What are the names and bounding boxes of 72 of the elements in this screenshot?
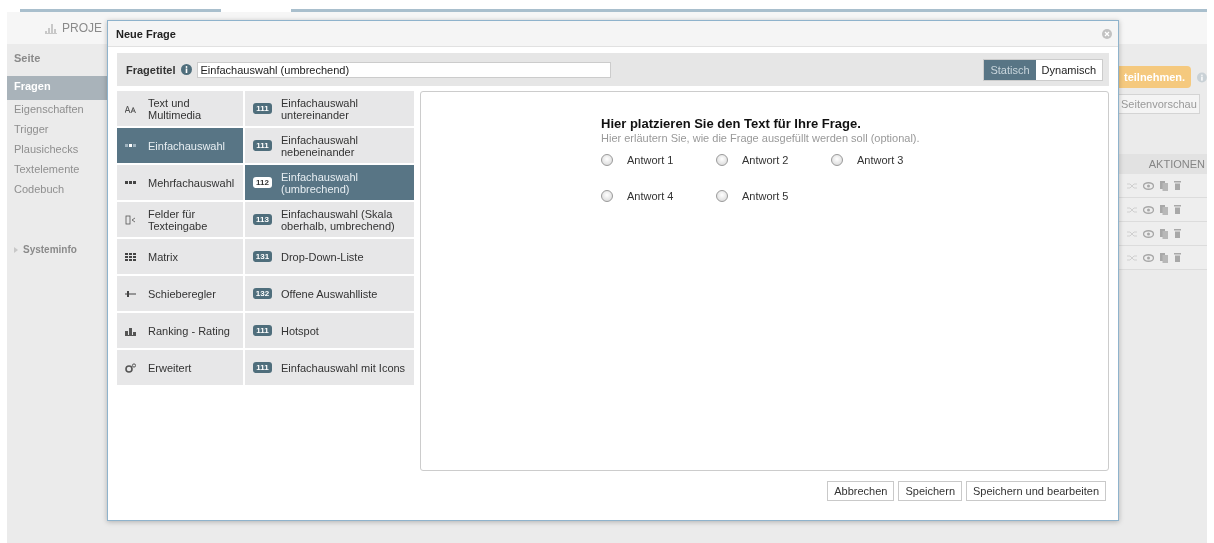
copy-icon[interactable] <box>1160 252 1168 263</box>
shuffle-icon[interactable] <box>1127 253 1137 262</box>
trash-icon[interactable] <box>1174 181 1181 190</box>
shuffle-icon[interactable] <box>1127 181 1137 190</box>
trash-icon[interactable] <box>1174 205 1181 214</box>
category-item[interactable]: Erweitert <box>117 350 243 385</box>
close-icon[interactable] <box>1102 28 1112 39</box>
answer-label: Antwort 1 <box>627 154 674 166</box>
answer-label: Antwort 4 <box>627 190 674 202</box>
caret-icon <box>14 246 18 253</box>
type-code-badge: 132 <box>253 288 272 299</box>
question-text: Hier platzieren Sie den Text für Ihre Frage. <box>601 116 862 131</box>
answer-label: Antwort 5 <box>742 190 789 202</box>
column-header: AKTIONEN <box>1118 154 1207 174</box>
question-type-item[interactable]: 111 Hotspot <box>245 313 414 348</box>
type-code-badge: 111 <box>253 362 272 373</box>
field-label: Fragetitel <box>126 63 176 76</box>
answer-label: Antwort 3 <box>857 154 904 166</box>
grid-icon <box>125 251 136 262</box>
podium-icon <box>125 325 136 336</box>
gears-icon <box>125 362 136 373</box>
title-field[interactable]: Einfachauswahl (umbrechend) <box>196 61 611 78</box>
question-type-item[interactable]: 132 Offene Auswahlliste <box>245 276 414 311</box>
shuffle-icon[interactable] <box>1127 205 1137 214</box>
dialog-button[interactable]: Abbrechen <box>827 481 895 501</box>
mode-tab[interactable]: Dynamisch <box>1035 59 1102 80</box>
dialog-button[interactable]: Speichern <box>898 481 962 501</box>
type-code-badge: 113 <box>253 214 272 225</box>
status-badge: teilnehmen. <box>1118 66 1192 88</box>
dialog-button[interactable]: Speichern und bearbeiten <box>966 481 1106 501</box>
category-item[interactable]: Mehrfachauswahl <box>117 165 243 200</box>
type-code-badge: 111 <box>253 325 272 336</box>
category-item[interactable]: Schieberegler <box>117 276 243 311</box>
category-item[interactable]: Matrix <box>117 239 243 274</box>
radio-button[interactable] <box>716 190 728 202</box>
info-icon[interactable] <box>180 64 192 75</box>
eye-icon[interactable] <box>1143 181 1154 190</box>
hint-text: Hier erläutern Sie, wie die Frage ausgefüllt werden soll (optional). <box>601 132 921 144</box>
question-type-item[interactable]: 111 Einfachauswahl mit Icons <box>245 350 414 385</box>
radio-button[interactable] <box>716 154 728 166</box>
copy-icon[interactable] <box>1160 228 1168 239</box>
type-code-badge: 131 <box>253 251 272 262</box>
slider-icon <box>125 288 136 299</box>
radio-button[interactable] <box>601 154 613 166</box>
category-item[interactable]: Felder für Texteingabe <box>117 202 243 237</box>
text-field-icon <box>125 214 136 225</box>
radio-button[interactable] <box>831 154 843 166</box>
eye-icon[interactable] <box>1143 229 1154 238</box>
radio-button[interactable] <box>601 190 613 202</box>
trash-icon[interactable] <box>1174 229 1181 238</box>
question-type-item[interactable]: 111 Einfachauswahl untereinander <box>245 91 414 126</box>
sidebar-header: Seite <box>13 52 42 66</box>
copy-icon[interactable] <box>1160 180 1168 191</box>
bar-chart-icon <box>45 22 57 34</box>
font-icon <box>125 103 136 114</box>
dialog-title: Neue Frage <box>116 27 176 40</box>
category-item[interactable]: Ranking - Rating <box>117 313 243 348</box>
type-code-badge: 111 <box>253 103 272 114</box>
category-item[interactable]: Einfachauswahl <box>117 128 243 163</box>
category-item[interactable]: Text und Multimedia <box>117 91 243 126</box>
question-type-item[interactable]: 131 Drop-Down-Liste <box>245 239 414 274</box>
question-type-item[interactable]: 111 Einfachauswahl nebeneinander <box>245 128 414 163</box>
type-code-badge: 111 <box>253 140 272 151</box>
question-type-item[interactable]: 113 Einfachauswahl (Skala oberhalb, umbrechend) <box>245 202 414 237</box>
type-code-badge: 112 <box>253 177 272 188</box>
copy-icon[interactable] <box>1160 204 1168 215</box>
shuffle-icon[interactable] <box>1127 229 1137 238</box>
eye-icon[interactable] <box>1143 253 1154 262</box>
answer-label: Antwort 2 <box>742 154 789 166</box>
eye-icon[interactable] <box>1143 205 1154 214</box>
question-type-item[interactable]: 112 Einfachauswahl (umbrechend) <box>245 165 414 200</box>
trash-icon[interactable] <box>1174 253 1181 262</box>
